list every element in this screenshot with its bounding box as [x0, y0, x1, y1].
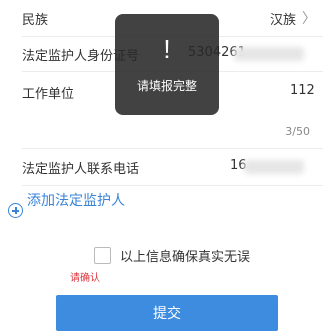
redacted-blur — [234, 47, 304, 61]
toast: ! 请填报完整 — [115, 14, 219, 115]
plus-circle-icon — [8, 203, 23, 218]
ethnicity-label: 民族 — [22, 13, 49, 28]
redacted-blur — [244, 160, 304, 174]
chevron-right-icon: 〉 — [302, 11, 316, 27]
submit-button[interactable]: 提交 — [56, 295, 278, 331]
guardian-phone-row[interactable]: 法定监护人联系电话 16 — [0, 149, 323, 185]
confirm-checkbox[interactable] — [94, 247, 111, 264]
add-guardian-button[interactable]: 添加法定监护人 — [8, 193, 137, 218]
work-unit-label: 工作单位 — [22, 87, 75, 102]
add-guardian-label: 添加法定监护人 — [27, 193, 125, 209]
confirm-label: 以上信息确保真实无误 — [120, 250, 251, 265]
confirm-row[interactable]: 以上信息确保真实无误 — [94, 246, 250, 265]
toast-message: 请填报完整 — [136, 79, 197, 93]
divider — [22, 185, 323, 186]
confirm-error: 请确认 — [70, 273, 100, 284]
ethnicity-value: 汉族 — [270, 13, 297, 28]
guardian-phone-label: 法定监护人联系电话 — [22, 162, 140, 177]
exclamation-icon: ! — [163, 34, 171, 64]
character-counter: 3/50 — [285, 125, 310, 138]
work-unit-value[interactable]: 112 — [290, 83, 315, 98]
